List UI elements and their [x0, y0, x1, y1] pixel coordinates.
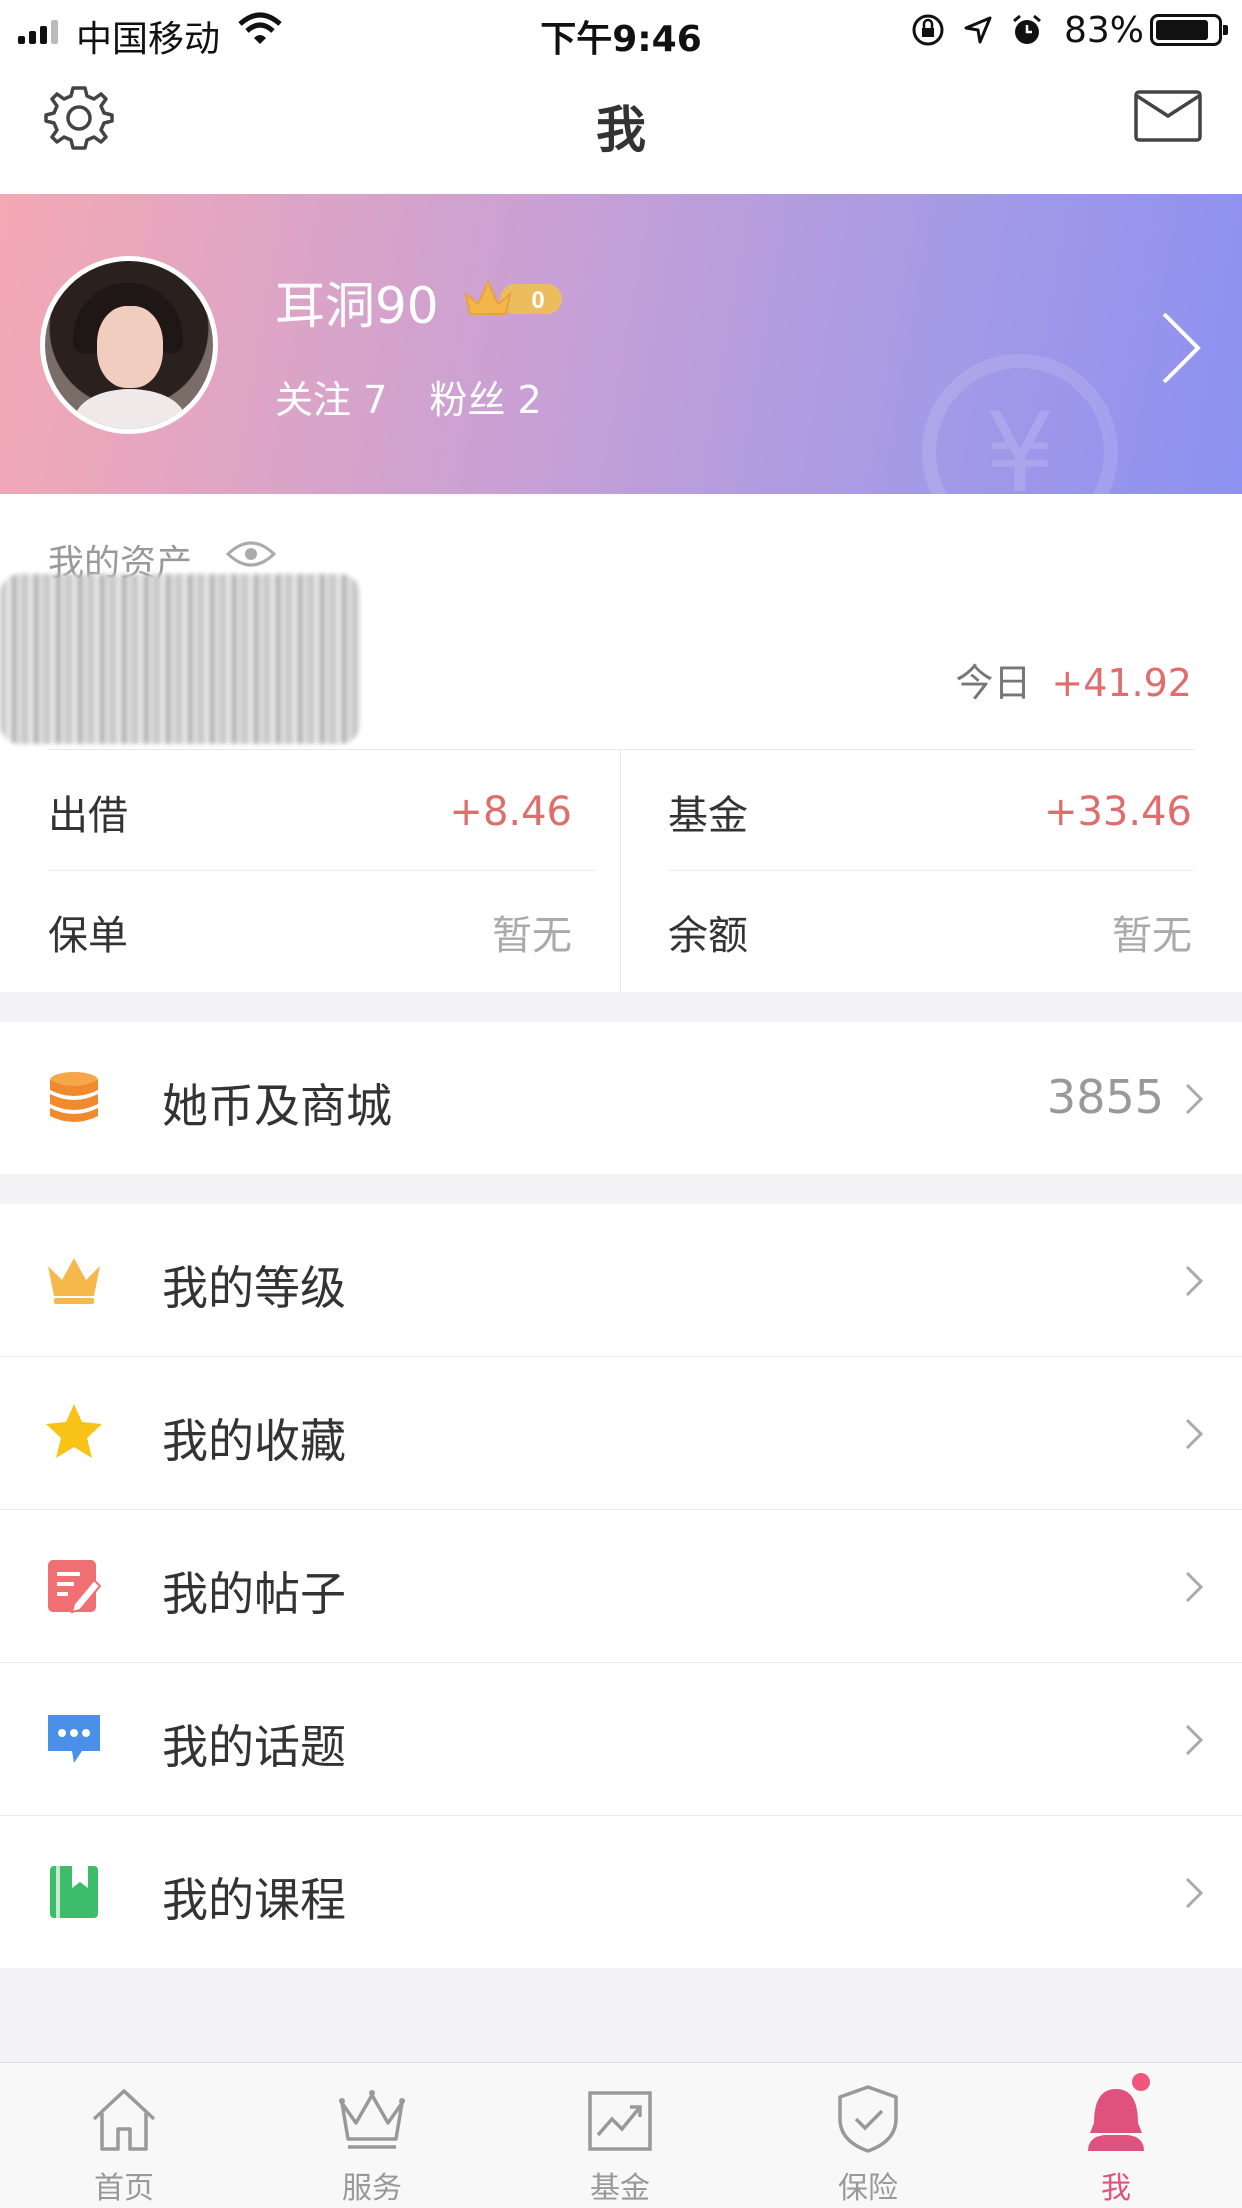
profile-screen: 中国移动 下午9:46 83% 我 ¥ 耳洞90 0 关注 7 粉丝 2 我的资…: [0, 0, 1242, 2208]
tab-label: 保险: [838, 2171, 898, 2206]
asset-label: 基金: [668, 793, 748, 839]
menu-item-topics[interactable]: 我的话题: [0, 1663, 1242, 1816]
user-profile-icon: [1088, 2089, 1144, 2151]
chevron-right-icon: [1185, 1265, 1204, 1297]
asset-value: +33.46: [1043, 789, 1192, 835]
divider: [48, 870, 596, 871]
page-title: 我: [596, 101, 646, 159]
yen-watermark-icon: ¥: [922, 354, 1118, 494]
tab-fund[interactable]: 基金: [496, 2063, 744, 2208]
divider: [620, 750, 621, 992]
alarm-icon: [1013, 14, 1041, 44]
asset-lending[interactable]: 出借 +8.46: [48, 772, 572, 852]
asset-balance[interactable]: 余额 暂无: [668, 892, 1192, 972]
tab-label: 服务: [342, 2171, 402, 2206]
chat-bubble-icon: [48, 1715, 100, 1763]
avatar[interactable]: [40, 256, 218, 434]
tab-me[interactable]: 我: [992, 2063, 1240, 2208]
follow-stats: 关注 7 粉丝 2: [275, 369, 572, 424]
chevron-right-icon: [1185, 1418, 1204, 1450]
menu-label: 我的课程: [162, 1873, 346, 1927]
divider: [48, 749, 1194, 750]
chevron-right-icon: [1185, 1571, 1204, 1603]
svg-text:0: 0: [531, 287, 544, 314]
battery-icon: [1150, 14, 1228, 46]
crown-icon: [48, 1258, 100, 1304]
menu-list: 我的等级 我的收藏 我的帖子 我的话题 我的课程: [0, 1204, 1242, 1968]
level-crown-badge-icon: 0: [464, 279, 562, 315]
bookmark-book-icon: [50, 1866, 98, 1918]
coin-stack-icon: [50, 1072, 98, 1122]
asset-label: 保单: [48, 913, 128, 959]
menu-label: 我的话题: [162, 1720, 346, 1774]
asset-value: 暂无: [1112, 913, 1192, 959]
eye-visibility-icon[interactable]: [226, 538, 276, 570]
status-bar: 中国移动 下午9:46 83%: [0, 0, 1242, 62]
chevron-right-icon[interactable]: [1160, 310, 1204, 386]
orientation-lock-icon: [912, 14, 944, 46]
redacted-total-assets: [0, 574, 360, 744]
home-icon: [92, 2089, 156, 2151]
tab-bar: 首页 服务 基金 保险 我: [0, 2062, 1242, 2208]
menu-item-courses[interactable]: 我的课程: [0, 1816, 1242, 1969]
shield-check-icon: [838, 2085, 898, 2153]
following-count[interactable]: 关注 7: [275, 378, 387, 422]
today-value: +41.92: [1051, 661, 1192, 705]
chevron-right-icon: [1185, 1083, 1204, 1115]
post-edit-icon: [48, 1560, 102, 1614]
coin-mall-label: 她币及商城: [162, 1079, 392, 1133]
tab-label: 基金: [590, 2171, 650, 2206]
chevron-right-icon: [1185, 1877, 1204, 1909]
menu-item-favorites[interactable]: 我的收藏: [0, 1357, 1242, 1510]
location-icon: [964, 16, 992, 44]
today-earnings: 今日 +41.92: [955, 652, 1192, 707]
notification-dot: [1132, 2073, 1150, 2091]
battery-percent: 83%: [1064, 10, 1145, 51]
asset-label: 余额: [668, 913, 748, 959]
assets-section: 我的资产 今日 +41.92 出借 +8.46 基金 +33.46 保单 暂无 余…: [0, 494, 1242, 992]
asset-fund[interactable]: 基金 +33.46: [668, 772, 1192, 852]
tab-insurance[interactable]: 保险: [744, 2063, 992, 2208]
chevron-right-icon: [1185, 1724, 1204, 1756]
menu-label: 我的帖子: [162, 1567, 346, 1621]
nav-bar: 我: [0, 62, 1242, 194]
followers-count[interactable]: 粉丝 2: [429, 378, 541, 422]
status-icons: [910, 12, 1044, 48]
username: 耳洞90: [275, 277, 439, 335]
today-label: 今日: [955, 661, 1032, 705]
tab-home[interactable]: 首页: [0, 2063, 248, 2208]
asset-policy[interactable]: 保单 暂无: [48, 892, 572, 972]
tab-service[interactable]: 服务: [248, 2063, 496, 2208]
menu-item-level[interactable]: 我的等级: [0, 1204, 1242, 1357]
asset-value: +8.46: [449, 789, 572, 835]
clock-time: 下午9:46: [540, 19, 702, 60]
menu-item-posts[interactable]: 我的帖子: [0, 1510, 1242, 1663]
chart-trend-icon: [588, 2091, 652, 2151]
menu-label: 我的等级: [162, 1261, 346, 1315]
crown-outline-icon: [339, 2090, 405, 2149]
asset-value: 暂无: [492, 913, 572, 959]
divider: [668, 870, 1194, 871]
mail-envelope-icon[interactable]: [1134, 90, 1202, 142]
menu-label: 我的收藏: [162, 1414, 346, 1468]
profile-banner[interactable]: ¥ 耳洞90 0 关注 7 粉丝 2: [0, 194, 1242, 494]
coin-balance: 3855: [1046, 1070, 1164, 1124]
asset-label: 出借: [48, 793, 128, 839]
star-icon: [46, 1404, 102, 1458]
tab-label: 首页: [94, 2171, 154, 2206]
coin-mall-row[interactable]: 她币及商城 3855: [0, 1022, 1242, 1174]
tab-label: 我: [1101, 2171, 1131, 2206]
